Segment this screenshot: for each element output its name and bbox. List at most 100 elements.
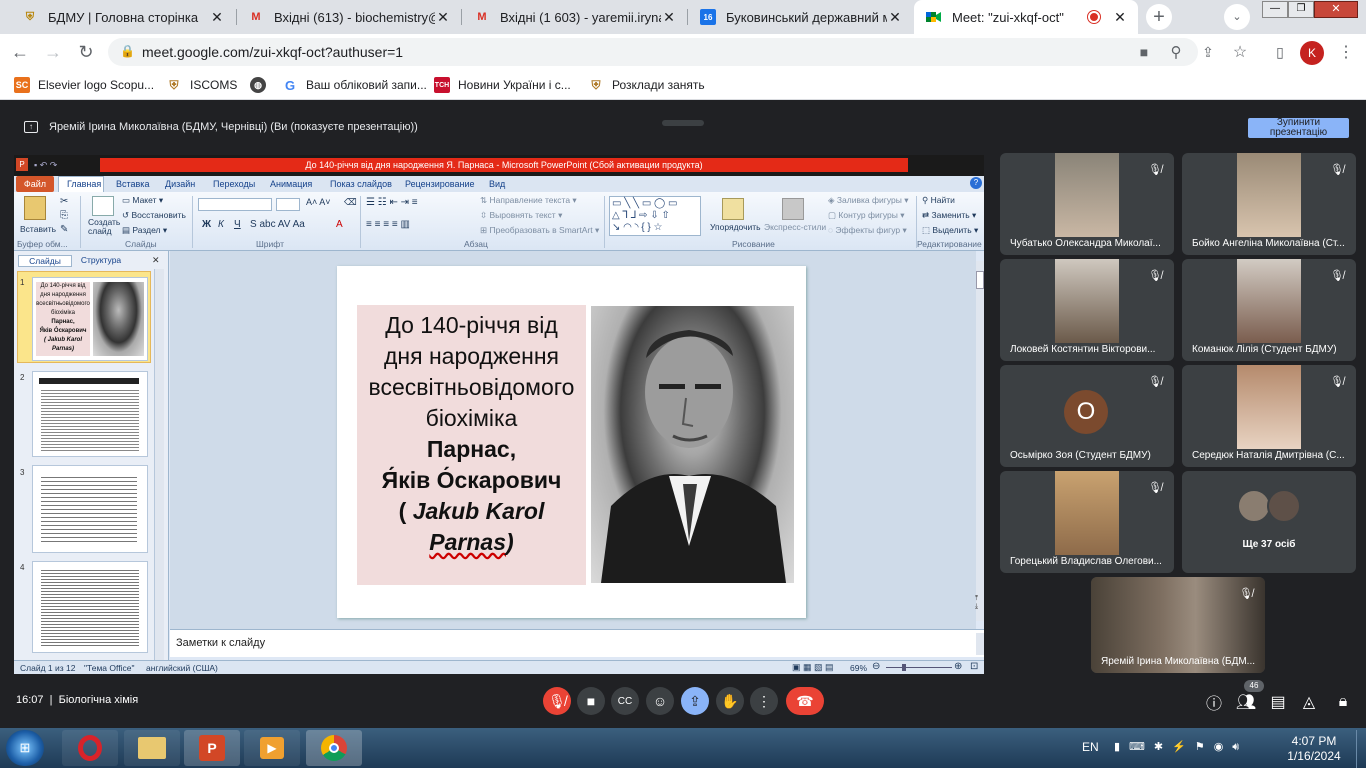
font-color-icon[interactable]: A bbox=[336, 219, 343, 230]
format-painter-icon[interactable]: ✎ bbox=[60, 224, 68, 235]
zoom-slider[interactable] bbox=[886, 667, 952, 668]
side-panel-icon[interactable]: ▯ bbox=[1268, 40, 1292, 64]
page-nav-icon[interactable]: ⤒ ⤓ bbox=[975, 595, 978, 611]
italic-icon[interactable]: К bbox=[218, 219, 224, 230]
zoom-out-icon[interactable]: ⊖ bbox=[872, 661, 880, 672]
zoom-icon[interactable]: ⚲ bbox=[1164, 40, 1188, 64]
slide-thumb-2[interactable] bbox=[32, 371, 148, 457]
bookmark-star-icon[interactable]: ☆ bbox=[1228, 40, 1252, 64]
slide-title-box[interactable]: До 140-річчя від дня народження всесвітн… bbox=[357, 305, 586, 585]
select-button[interactable]: ⬚ Выделить ▾ bbox=[922, 225, 978, 236]
file-tab[interactable]: Файл bbox=[16, 176, 54, 192]
lock-icon[interactable]: 🔒 bbox=[120, 44, 135, 58]
quick-access-icon[interactable]: ▪ ↶ ↷ bbox=[34, 160, 57, 171]
close-pane-icon[interactable]: ✕ bbox=[152, 255, 160, 266]
tab-insert[interactable]: Вставка bbox=[116, 179, 149, 189]
bookmark-tsn[interactable]: TCH Новини України і с... bbox=[434, 77, 571, 93]
arrange-button[interactable]: Упорядочить bbox=[710, 222, 761, 232]
view-buttons-icon[interactable]: ▣ ▦ ▧ ▤ bbox=[792, 662, 834, 673]
close-icon[interactable]: ✕ bbox=[435, 9, 451, 26]
reset-button[interactable]: ↺ Восстановить bbox=[122, 210, 186, 221]
bookmark-scopus[interactable]: SC Elsevier logo Scopu... bbox=[14, 77, 154, 93]
pane-tab-outline[interactable]: Структура bbox=[74, 255, 128, 267]
fit-slide-icon[interactable]: ⊡ bbox=[970, 661, 978, 672]
participant-tile[interactable]: 🎙︎̸ Бойко Ангеліна Миколаївна (Ст... bbox=[1182, 153, 1356, 255]
shape-outline-button[interactable]: ▢ Контур фигуры ▾ bbox=[828, 210, 905, 221]
help-icon[interactable]: ? bbox=[970, 177, 982, 189]
tab-design[interactable]: Дизайн bbox=[165, 179, 195, 189]
slide-thumb-1[interactable]: До 140-річчя від дня народження всесвітн… bbox=[32, 277, 148, 361]
bullets-icon[interactable]: ☰ ☷ ⇤ ⇥ ≡ bbox=[366, 197, 418, 208]
notes-scrollbar[interactable] bbox=[976, 633, 984, 655]
close-icon[interactable]: ✕ bbox=[209, 9, 225, 26]
participant-tile[interactable]: 🎙︎̸ Команюк Лілія (Студент БДМУ) bbox=[1182, 259, 1356, 361]
taskbar-explorer[interactable] bbox=[124, 730, 180, 766]
tab-slideshow[interactable]: Показ слайдов bbox=[330, 179, 392, 189]
shape-effects-button[interactable]: ◌ Эффекты фигур ▾ bbox=[828, 225, 907, 236]
underline-icon[interactable]: Ч bbox=[234, 219, 241, 230]
chat-button[interactable]: ▤ bbox=[1266, 690, 1290, 714]
back-icon[interactable]: ← bbox=[8, 40, 32, 64]
activities-button[interactable]: ◬ bbox=[1297, 690, 1321, 714]
tab-calendar[interactable]: 16 Буковинський державний ме ✕ bbox=[688, 0, 913, 34]
pane-tab-slides[interactable]: Слайды bbox=[18, 255, 72, 267]
language-indicator[interactable]: EN bbox=[1082, 740, 1099, 754]
participant-tile[interactable]: 🎙︎̸ Середюк Наталія Дмитрівна (С... bbox=[1182, 365, 1356, 467]
arrange-icon[interactable] bbox=[722, 198, 744, 220]
vertical-scrollbar[interactable] bbox=[976, 261, 984, 621]
participant-tile[interactable]: 🎙︎̸ Горецький Владислав Олегови... bbox=[1000, 471, 1174, 573]
replace-button[interactable]: ⇄ Заменить ▾ bbox=[922, 210, 976, 221]
taskbar-powerpoint[interactable]: P bbox=[184, 730, 240, 766]
camera-permission-icon[interactable]: ■ bbox=[1132, 40, 1156, 64]
shapes-gallery[interactable]: ▭ ╲ ╲ ▭ ◯ ▭ △ ⅂ ⅃ ⇨ ⇩ ⇧ ↘ ◠ ◝ { } ☆ bbox=[609, 196, 701, 236]
captions-button[interactable]: CC bbox=[611, 687, 639, 715]
section-button[interactable]: ▤ Раздел ▾ bbox=[122, 225, 167, 236]
menu-icon[interactable]: ⋮ bbox=[1334, 40, 1358, 64]
find-button[interactable]: ⚲ Найти bbox=[922, 195, 955, 206]
grow-font-icon[interactable]: A˄ A˅ bbox=[306, 197, 331, 207]
copy-icon[interactable]: ⎘ bbox=[60, 210, 68, 221]
slide-thumb-3[interactable] bbox=[32, 465, 148, 553]
paste-icon[interactable] bbox=[24, 196, 46, 220]
shadow-icon[interactable]: S abc AV Aa bbox=[250, 219, 305, 230]
tab-animation[interactable]: Анимация bbox=[270, 179, 312, 189]
layout-button[interactable]: ▭ Макет ▾ bbox=[122, 195, 163, 206]
tab-review[interactable]: Рецензирование bbox=[405, 179, 475, 189]
text-direction-button[interactable]: ⇅ Направление текста ▾ bbox=[480, 195, 577, 206]
quick-styles-icon[interactable] bbox=[782, 198, 804, 220]
taskbar-chrome[interactable] bbox=[306, 730, 362, 766]
people-button[interactable]: 👥︎ bbox=[1234, 690, 1258, 714]
align-left-icon[interactable]: ≡ ≡ ≡ ≡ ▥ bbox=[366, 219, 410, 230]
raise-hand-button[interactable]: ✋ bbox=[716, 687, 744, 715]
font-size-select[interactable] bbox=[276, 198, 300, 211]
bookmark-schedule[interactable]: ⛨ Розклади занять bbox=[588, 77, 704, 93]
self-tile[interactable]: 🎙︎̸ Яремій Ірина Миколаївна (БДМ... bbox=[1091, 577, 1265, 673]
language-status[interactable]: английский (США) bbox=[146, 663, 218, 673]
slide-thumb-4[interactable] bbox=[32, 561, 148, 653]
tab-gmail-2[interactable]: M Вхідні (1 603) - yaremii.iryna@ ✕ bbox=[462, 0, 687, 34]
font-name-select[interactable] bbox=[198, 198, 272, 211]
zoom-slider-thumb[interactable] bbox=[902, 664, 906, 671]
tab-transitions[interactable]: Переходы bbox=[213, 179, 255, 189]
reload-icon[interactable]: ↻ bbox=[74, 40, 98, 64]
parnas-portrait-photo[interactable] bbox=[591, 306, 794, 583]
more-options-button[interactable]: ⋮ bbox=[750, 687, 778, 715]
notes-pane[interactable]: Заметки к слайду bbox=[170, 629, 984, 657]
close-icon[interactable]: ✕ bbox=[1112, 9, 1128, 26]
taskbar-media-player[interactable]: ▶ bbox=[244, 730, 300, 766]
minimize-button[interactable]: — bbox=[1262, 1, 1288, 18]
tab-meet[interactable]: Meet: "zui-xkqf-oct" ✕ bbox=[914, 0, 1138, 34]
drag-handle[interactable] bbox=[662, 120, 704, 126]
forward-icon[interactable]: → bbox=[41, 40, 65, 64]
taskbar-opera[interactable] bbox=[62, 730, 118, 766]
hang-up-button[interactable]: ☎ bbox=[786, 687, 824, 715]
participant-tile[interactable]: 🎙︎̸ Локовей Костянтин Вікторови... bbox=[1000, 259, 1174, 361]
tray-icons[interactable]: ▮⌨✱⚡⚑◉🔊︎ bbox=[1114, 740, 1248, 754]
thumb-scrollbar[interactable] bbox=[154, 269, 164, 669]
stop-presenting-button[interactable]: Зупинити презентацію bbox=[1248, 118, 1349, 138]
cut-icon[interactable]: ✂ bbox=[60, 196, 68, 207]
share-icon[interactable]: ⇪ bbox=[1196, 40, 1220, 64]
url-text[interactable]: meet.google.com/zui-xkqf-oct?authuser=1 bbox=[142, 44, 403, 60]
quick-styles-button[interactable]: Экспресс-стили bbox=[764, 222, 826, 232]
smartart-button[interactable]: ⊞ Преобразовать в SmartArt ▾ bbox=[480, 225, 599, 236]
